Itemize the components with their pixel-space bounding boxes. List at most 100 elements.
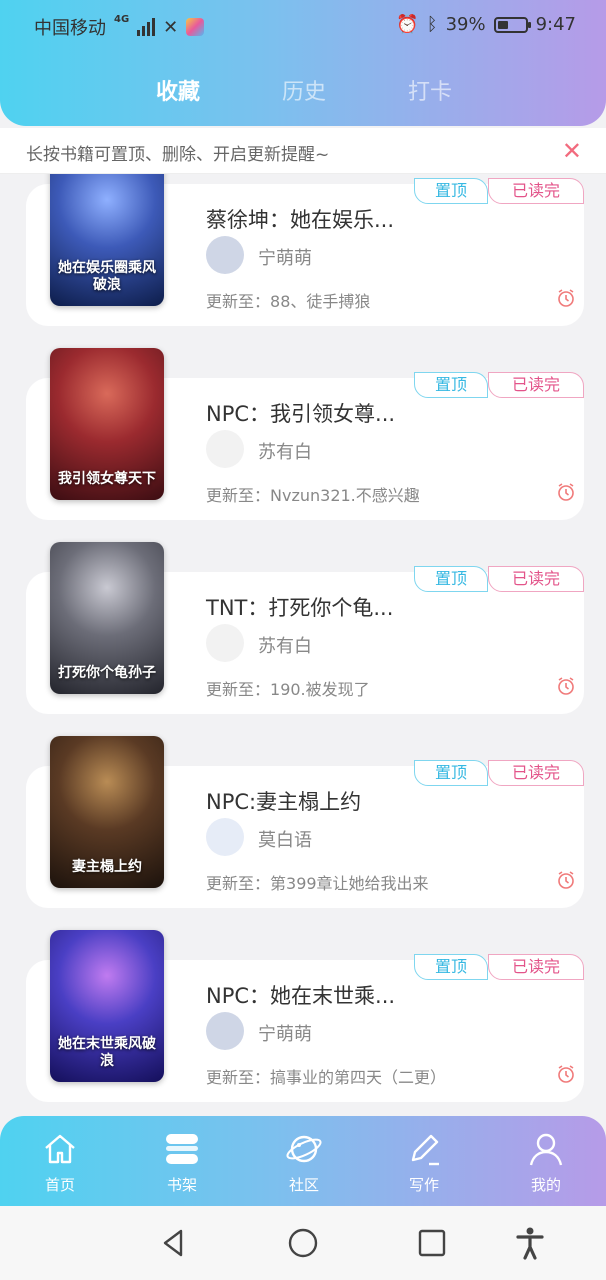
- pin-tag[interactable]: 置顶: [414, 760, 488, 786]
- book-cover[interactable]: 妻主榻上约: [50, 736, 164, 888]
- book-title[interactable]: NPC：我引领女尊...: [206, 398, 395, 428]
- update-chapter: Nvzun321.不感兴趣: [270, 486, 420, 505]
- update-info: 更新至：88、徒手搏狼: [206, 288, 370, 312]
- tip-text: 长按书籍可置顶、删除、开启更新提醒~: [26, 145, 330, 165]
- bookshelf-icon: [166, 1134, 198, 1164]
- tab-history[interactable]: 历史: [282, 74, 326, 106]
- carrier-name: 中国移动: [34, 18, 106, 39]
- battery-icon: [493, 16, 531, 33]
- update-prefix: 更新至：: [206, 874, 271, 893]
- nav-label: 我的: [530, 1176, 561, 1194]
- book-title[interactable]: 蔡徐坤：她在娱乐...: [206, 204, 394, 234]
- back-icon[interactable]: [157, 1226, 191, 1260]
- nav-label: 写作: [408, 1176, 439, 1194]
- avatar: [206, 1012, 244, 1050]
- cover-title: 我引领女尊天下: [58, 471, 156, 487]
- signal-icon: [137, 18, 156, 36]
- read-done-tag: 已读完: [488, 178, 584, 204]
- author-name[interactable]: 莫白语: [258, 826, 312, 852]
- tip-bar: 长按书籍可置顶、删除、开启更新提醒~ ✕: [0, 128, 606, 174]
- read-done-tag: 已读完: [488, 372, 584, 398]
- pin-tag[interactable]: 置顶: [414, 372, 488, 398]
- nav-profile[interactable]: 我的: [506, 1130, 586, 1195]
- battery-percent: 39%: [445, 14, 486, 35]
- nav-label: 书架: [166, 1176, 197, 1194]
- alarm-icon[interactable]: [556, 288, 576, 308]
- alarm-icon[interactable]: [556, 482, 576, 502]
- update-chapter: 190.被发现了: [270, 680, 370, 699]
- book-card[interactable]: 打死你个龟孙子 置顶 已读完 TNT：打死你个龟... 苏有白 更新至：190.…: [26, 542, 584, 714]
- home-icon: [45, 1134, 75, 1164]
- book-card[interactable]: 我引领女尊天下 置顶 已读完 NPC：我引领女尊... 苏有白 更新至：Nvzu…: [26, 348, 584, 520]
- pin-tag[interactable]: 置顶: [414, 954, 488, 980]
- nav-label: 社区: [288, 1176, 319, 1194]
- nav-bookshelf[interactable]: 书架: [142, 1130, 222, 1195]
- update-info: 更新至：搞事业的第四天（二更）: [206, 1064, 446, 1088]
- book-title[interactable]: NPC：她在末世乘...: [206, 980, 395, 1010]
- close-icon[interactable]: ✕: [562, 137, 582, 165]
- update-info: 更新至：190.被发现了: [206, 676, 370, 700]
- pen-icon: [411, 1134, 439, 1166]
- alarm-icon[interactable]: [556, 676, 576, 696]
- clock-time: 9:47: [535, 14, 576, 35]
- header: 中国移动 4G ✕ ⏰ ᛒ 39% 9:47 收藏 历史 打卡: [0, 0, 606, 126]
- bluetooth-icon: ᛒ: [426, 14, 438, 35]
- system-nav-bar: [0, 1206, 606, 1280]
- book-cover[interactable]: 她在娱乐圈乘风破浪: [50, 174, 164, 306]
- update-prefix: 更新至：: [206, 1068, 271, 1087]
- book-cover[interactable]: 她在末世乘风破浪: [50, 930, 164, 1082]
- top-tabs: 收藏 历史 打卡: [0, 74, 606, 106]
- missed-call-icon: ✕: [163, 16, 179, 38]
- pin-tag[interactable]: 置顶: [414, 566, 488, 592]
- update-prefix: 更新至：: [206, 292, 271, 311]
- nav-write[interactable]: 写作: [384, 1130, 464, 1195]
- avatar: [206, 624, 244, 662]
- alarm-icon[interactable]: [556, 870, 576, 890]
- avatar: [206, 818, 244, 856]
- accessibility-icon[interactable]: [513, 1226, 547, 1260]
- tab-favorites[interactable]: 收藏: [156, 74, 200, 106]
- book-card[interactable]: 她在末世乘风破浪 置顶 已读完 NPC：她在末世乘... 宁萌萌 更新至：搞事业…: [26, 930, 584, 1102]
- author-name[interactable]: 宁萌萌: [258, 1020, 312, 1046]
- avatar: [206, 236, 244, 274]
- book-card[interactable]: 妻主榻上约 置顶 已读完 NPC:妻主榻上约 莫白语 更新至：第399章让她给我…: [26, 736, 584, 908]
- update-info: 更新至：Nvzun321.不感兴趣: [206, 482, 420, 506]
- avatar: [206, 430, 244, 468]
- status-bar: 中国移动 4G ✕ ⏰ ᛒ 39% 9:47: [0, 0, 606, 52]
- app-notification-icon: [186, 18, 205, 36]
- recent-apps-icon[interactable]: [415, 1226, 449, 1260]
- cover-title: 打死你个龟孙子: [58, 665, 156, 681]
- read-done-tag: 已读完: [488, 760, 584, 786]
- author-name[interactable]: 苏有白: [258, 632, 312, 658]
- update-prefix: 更新至：: [206, 680, 271, 699]
- cover-title: 她在娱乐圈乘风破浪: [58, 260, 156, 293]
- book-cover[interactable]: 打死你个龟孙子: [50, 542, 164, 694]
- home-circle-icon[interactable]: [286, 1226, 320, 1260]
- book-list: 她在娱乐圈乘风破浪 置顶 已读完 蔡徐坤：她在娱乐... 宁萌萌 更新至：88、…: [0, 174, 606, 1114]
- network-type: 4G: [114, 14, 130, 25]
- alarm-icon[interactable]: [556, 1064, 576, 1084]
- update-info: 更新至：第399章让她给我出来: [206, 870, 429, 894]
- pin-tag[interactable]: 置顶: [414, 178, 488, 204]
- update-prefix: 更新至：: [206, 486, 271, 505]
- read-done-tag: 已读完: [488, 954, 584, 980]
- nav-community[interactable]: 社区: [264, 1130, 344, 1195]
- author-name[interactable]: 苏有白: [258, 438, 312, 464]
- tab-checkin[interactable]: 打卡: [408, 74, 452, 106]
- user-icon: [529, 1133, 563, 1166]
- cover-title: 她在末世乘风破浪: [58, 1036, 156, 1069]
- cover-title: 妻主榻上约: [72, 859, 142, 875]
- nav-label: 首页: [44, 1176, 75, 1194]
- author-name[interactable]: 宁萌萌: [258, 244, 312, 270]
- update-chapter: 第399章让她给我出来: [270, 874, 429, 893]
- update-chapter: 搞事业的第四天（二更）: [270, 1068, 447, 1087]
- book-cover[interactable]: 我引领女尊天下: [50, 348, 164, 500]
- update-chapter: 88、徒手搏狼: [270, 292, 371, 311]
- bottom-nav: 首页 书架 社区 写作 我的: [0, 1116, 606, 1206]
- planet-icon: [286, 1135, 322, 1163]
- book-title[interactable]: TNT：打死你个龟...: [206, 592, 393, 622]
- nav-home[interactable]: 首页: [20, 1130, 100, 1195]
- read-done-tag: 已读完: [488, 566, 584, 592]
- book-card[interactable]: 她在娱乐圈乘风破浪 置顶 已读完 蔡徐坤：她在娱乐... 宁萌萌 更新至：88、…: [26, 174, 584, 326]
- book-title[interactable]: NPC:妻主榻上约: [206, 786, 361, 816]
